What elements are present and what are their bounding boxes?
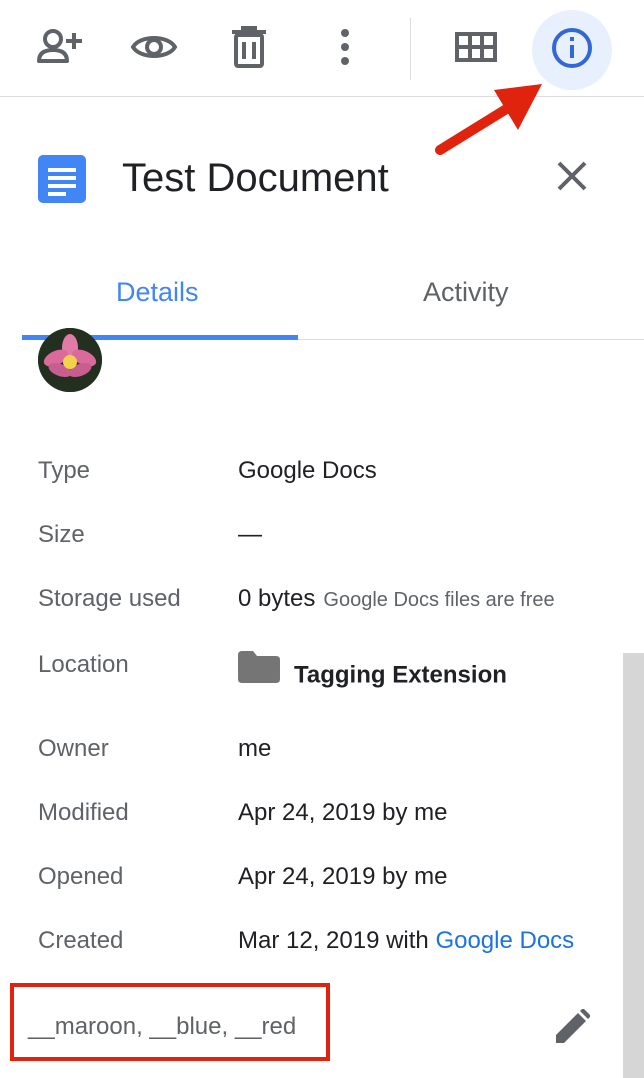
location-label: Location xyxy=(38,651,129,678)
owner-label: Owner xyxy=(38,735,109,762)
opened-value: Apr 24, 2019 by me xyxy=(238,863,448,890)
toolbar-divider xyxy=(410,18,411,80)
owner-value: me xyxy=(238,735,272,762)
detail-row-storage: Storage used 0 bytes Google Docs files ar… xyxy=(38,579,618,619)
location-folder-name[interactable]: Tagging Extension xyxy=(294,662,507,689)
created-value: Mar 12, 2019 with Google Docs xyxy=(238,921,574,961)
storage-label: Storage used xyxy=(38,585,181,612)
eye-icon xyxy=(130,31,178,63)
folder-icon xyxy=(238,651,280,696)
detail-row-modified: Modified Apr 24, 2019 by me xyxy=(38,793,618,833)
modified-value: Apr 24, 2019 by me xyxy=(238,799,448,826)
detail-row-opened: Opened Apr 24, 2019 by me xyxy=(38,857,618,897)
type-value: Google Docs xyxy=(238,457,377,484)
detail-row-size: Size — xyxy=(38,515,618,555)
info-icon xyxy=(551,27,593,74)
owner-avatar xyxy=(38,328,102,392)
detail-row-created: Created Mar 12, 2019 with Google Docs xyxy=(38,921,618,961)
panel-scrollbar-thumb[interactable] xyxy=(623,653,644,1078)
tags-description[interactable]: __maroon, __blue, __red xyxy=(28,1007,296,1047)
storage-value: 0 bytes Google Docs files are free xyxy=(238,579,555,620)
share-button[interactable] xyxy=(28,17,88,77)
grid-view-icon xyxy=(455,32,497,62)
created-label: Created xyxy=(38,927,124,954)
trash-icon xyxy=(231,26,267,68)
pencil-icon xyxy=(554,1007,591,1050)
close-icon xyxy=(556,160,588,197)
file-title: Test Document xyxy=(122,156,389,200)
close-button[interactable] xyxy=(550,156,594,200)
created-app-link[interactable]: Google Docs xyxy=(435,927,574,954)
annotation-arrow xyxy=(435,84,542,155)
detail-row-location: Location Tagging Extension xyxy=(38,645,618,701)
delete-button[interactable] xyxy=(219,17,279,77)
tab-details[interactable]: Details xyxy=(116,272,199,312)
details-tabs: Details Activity xyxy=(22,250,644,340)
edit-description-button[interactable] xyxy=(550,1007,594,1051)
add-person-icon xyxy=(34,27,82,67)
storage-note: Google Docs files are free xyxy=(323,589,555,611)
location-value[interactable]: Tagging Extension xyxy=(238,651,507,698)
opened-label: Opened xyxy=(38,863,124,890)
preview-button[interactable] xyxy=(124,17,184,77)
modified-label: Modified xyxy=(38,799,129,826)
detail-row-type: Type Google Docs xyxy=(38,451,618,491)
size-label: Size xyxy=(38,521,85,548)
more-vert-icon xyxy=(339,28,351,66)
tab-activity[interactable]: Activity xyxy=(423,272,509,312)
detail-row-owner: Owner me xyxy=(38,729,618,769)
type-label: Type xyxy=(38,457,91,484)
grid-view-button[interactable] xyxy=(446,17,506,77)
storage-amount: 0 bytes xyxy=(238,585,316,612)
google-docs-icon xyxy=(38,155,86,203)
created-date: Mar 12, 2019 with xyxy=(238,927,436,954)
size-value: — xyxy=(238,521,262,548)
more-actions-button[interactable] xyxy=(315,17,375,77)
